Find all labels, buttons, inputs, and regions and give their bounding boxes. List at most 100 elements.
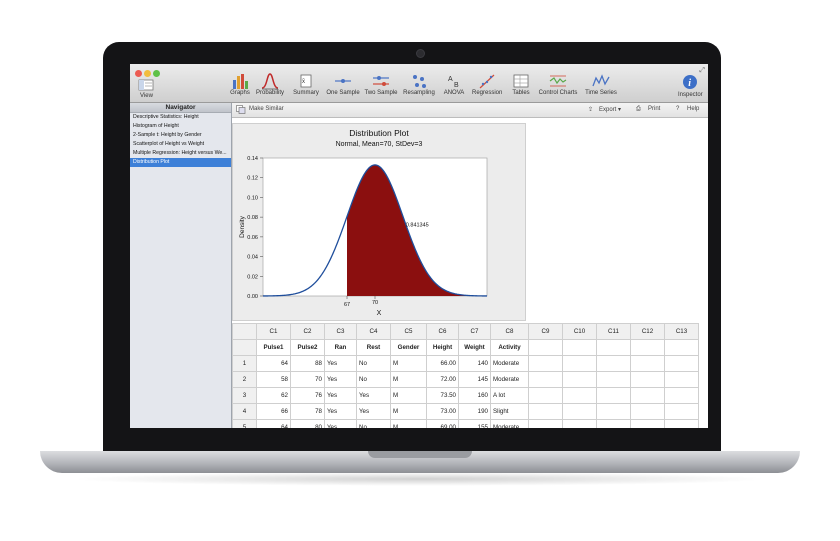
data-cell[interactable]: 64 — [256, 355, 291, 372]
column-name-cell[interactable]: Pulse1 — [256, 339, 291, 356]
data-cell[interactable]: Slight — [490, 403, 529, 420]
data-cell[interactable]: 72.00 — [426, 371, 459, 388]
data-cell[interactable]: 64 — [256, 419, 291, 428]
data-cell[interactable]: Moderate — [490, 419, 529, 428]
make-similar-button[interactable]: Make Similar — [249, 106, 284, 112]
data-cell[interactable] — [528, 355, 563, 372]
column-name-cell[interactable] — [562, 339, 597, 356]
tables-button[interactable]: Tables — [510, 72, 532, 100]
column-name-cell[interactable]: Gender — [390, 339, 427, 356]
column-header[interactable]: C13 — [664, 323, 699, 340]
row-header[interactable]: 4 — [232, 403, 257, 420]
column-name-cell[interactable]: Pulse2 — [290, 339, 325, 356]
data-cell[interactable]: Moderate — [490, 371, 529, 388]
column-header[interactable]: C2 — [290, 323, 325, 340]
inspector-button[interactable]: i Inspector — [678, 74, 703, 99]
data-cell[interactable] — [528, 403, 563, 420]
data-cell[interactable]: 58 — [256, 371, 291, 388]
data-cell[interactable]: 160 — [458, 387, 491, 404]
column-header[interactable]: C1 — [256, 323, 291, 340]
data-cell[interactable] — [528, 371, 563, 388]
column-name-cell[interactable] — [528, 339, 563, 356]
data-cell[interactable] — [528, 419, 563, 428]
data-cell[interactable]: 76 — [290, 387, 325, 404]
export-button[interactable]: Export ▾ — [599, 106, 621, 113]
probability-button[interactable]: Probability — [255, 72, 285, 100]
data-cell[interactable]: 78 — [290, 403, 325, 420]
column-header[interactable]: C12 — [630, 323, 665, 340]
data-cell[interactable] — [630, 371, 665, 388]
data-cell[interactable] — [562, 387, 597, 404]
data-cell[interactable]: 145 — [458, 371, 491, 388]
nav-item[interactable]: Histogram of Height — [130, 122, 231, 131]
anova-button[interactable]: A B ANOVA — [442, 72, 466, 100]
data-cell[interactable] — [630, 387, 665, 404]
column-name-cell[interactable]: Height — [426, 339, 459, 356]
make-similar-icon[interactable] — [236, 105, 246, 116]
column-name-cell[interactable]: Ran — [324, 339, 357, 356]
close-window-button[interactable] — [135, 70, 142, 77]
column-header[interactable]: C3 — [324, 323, 357, 340]
help-button[interactable]: Help — [687, 106, 699, 112]
column-name-cell[interactable]: Rest — [356, 339, 391, 356]
data-cell[interactable]: M — [390, 355, 427, 372]
data-cell[interactable]: 70 — [290, 371, 325, 388]
data-cell[interactable] — [528, 387, 563, 404]
data-cell[interactable] — [630, 403, 665, 420]
data-cell[interactable]: A lot — [490, 387, 529, 404]
resampling-button[interactable]: Resampling — [401, 72, 437, 100]
data-cell[interactable]: 155 — [458, 419, 491, 428]
nav-item[interactable]: Multiple Regression: Height versus We... — [130, 149, 231, 158]
data-cell[interactable]: 69.00 — [426, 419, 459, 428]
data-cell[interactable] — [562, 371, 597, 388]
data-cell[interactable]: 66.00 — [426, 355, 459, 372]
one-sample-button[interactable]: One Sample — [326, 72, 360, 100]
column-header[interactable]: C8 — [490, 323, 529, 340]
row-header[interactable]: 5 — [232, 419, 257, 428]
data-cell[interactable] — [664, 387, 699, 404]
data-cell[interactable]: 62 — [256, 387, 291, 404]
nav-item[interactable]: 2-Sample t: Height by Gender — [130, 131, 231, 140]
data-cell[interactable] — [596, 371, 631, 388]
graphs-button[interactable]: Graphs — [230, 72, 250, 100]
fullscreen-icon[interactable]: ⤢ — [699, 67, 705, 75]
data-cell[interactable] — [596, 387, 631, 404]
column-name-cell[interactable] — [630, 339, 665, 356]
data-cell[interactable]: M — [390, 371, 427, 388]
data-cell[interactable]: 190 — [458, 403, 491, 420]
column-header[interactable]: C4 — [356, 323, 391, 340]
row-header[interactable]: 3 — [232, 387, 257, 404]
row-header[interactable]: 1 — [232, 355, 257, 372]
data-cell[interactable] — [562, 403, 597, 420]
data-cell[interactable] — [596, 355, 631, 372]
nav-item[interactable]: Descriptive Statistics: Height — [130, 113, 231, 122]
regression-button[interactable]: Regression — [472, 72, 502, 100]
data-cell[interactable]: 140 — [458, 355, 491, 372]
data-cell[interactable] — [596, 419, 631, 428]
data-cell[interactable]: No — [356, 419, 391, 428]
data-cell[interactable]: Yes — [324, 419, 357, 428]
data-cell[interactable] — [596, 403, 631, 420]
column-name-cell[interactable] — [596, 339, 631, 356]
column-header[interactable]: C7 — [458, 323, 491, 340]
data-cell[interactable] — [664, 403, 699, 420]
data-cell[interactable]: Yes — [324, 371, 357, 388]
view-button[interactable] — [138, 79, 154, 92]
data-cell[interactable]: M — [390, 419, 427, 428]
data-cell[interactable]: 80 — [290, 419, 325, 428]
data-cell[interactable]: Yes — [356, 387, 391, 404]
data-cell[interactable]: 66 — [256, 403, 291, 420]
summary-button[interactable]: x̄ Summary — [292, 72, 320, 100]
time-series-button[interactable]: Time Series — [582, 72, 620, 100]
data-cell[interactable]: Yes — [324, 355, 357, 372]
data-cell[interactable] — [630, 355, 665, 372]
data-cell[interactable]: Yes — [324, 387, 357, 404]
column-name-cell[interactable] — [664, 339, 699, 356]
data-cell[interactable]: Moderate — [490, 355, 529, 372]
data-cell[interactable] — [630, 419, 665, 428]
data-cell[interactable]: 73.50 — [426, 387, 459, 404]
nav-item-selected[interactable]: Distribution Plot — [130, 158, 231, 167]
data-cell[interactable]: 73.00 — [426, 403, 459, 420]
zoom-window-button[interactable] — [153, 70, 160, 77]
two-sample-button[interactable]: Two Sample — [364, 72, 398, 100]
